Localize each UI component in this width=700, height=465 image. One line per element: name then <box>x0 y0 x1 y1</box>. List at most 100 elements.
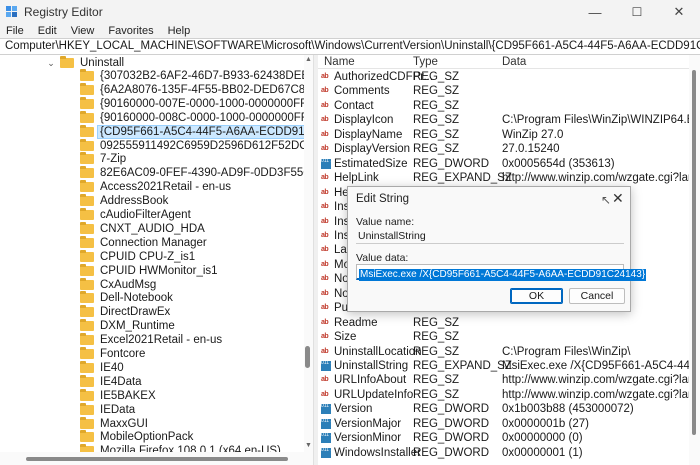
tree-item[interactable]: CNXT_AUDIO_HDA <box>80 221 207 236</box>
tree-scroll-thumb[interactable] <box>305 346 310 368</box>
folder-icon <box>80 416 94 429</box>
tree-item-label: CNXT_AUDIO_HDA <box>100 222 205 235</box>
values-scroll-thumb[interactable] <box>692 70 696 435</box>
scroll-up-arrow-icon[interactable]: ▲ <box>304 56 313 63</box>
tree-item[interactable]: IE5BAKEX <box>80 388 158 403</box>
value-name-cell: ab UninstallLocation <box>321 345 422 359</box>
tree-item[interactable]: Access2021Retail - en-us <box>80 180 233 194</box>
tree-item[interactable]: DXM_Runtime <box>80 319 177 333</box>
minimize-button[interactable]: — <box>574 0 616 24</box>
tree-item[interactable]: Dell-Notebook <box>80 291 175 305</box>
tree-item-label: CPUID CPU-Z_is1 <box>100 250 196 263</box>
chevron-down-icon[interactable]: ⌄ <box>46 58 56 69</box>
value-data: http://www.winzip.com/wzgate.cgi?lang=EN… <box>502 172 700 185</box>
value-row[interactable]: 011 110VersionMajor REG_DWORD 0x0000001b (… <box>318 417 700 431</box>
tree-item[interactable]: IEData <box>80 402 137 417</box>
registry-editor-app-icon <box>6 6 17 17</box>
string-value-icon: ab <box>321 231 329 239</box>
tree-item[interactable]: cAudioFilterAgent <box>80 208 193 222</box>
string-value-icon: ab <box>321 318 329 326</box>
tree-horizontal-scroll-thumb[interactable] <box>26 457 288 461</box>
value-type: REG_DWORD <box>413 157 490 170</box>
value-row[interactable]: ab DisplayIcon REG_SZ C:\Program Files\WinZ… <box>318 113 700 127</box>
value-row[interactable]: ab UninstallLocation REG_SZ C:\Program File… <box>318 345 700 359</box>
ok-button[interactable]: OK <box>510 288 563 304</box>
tree-item[interactable]: 092555911492C6959D2596D612F52DCA71881CA2 <box>80 138 313 153</box>
tree-item[interactable]: 7-Zip <box>80 152 128 166</box>
value-row[interactable]: 011 110VersionMinor REG_DWORD 0x00000000 (… <box>318 431 700 445</box>
tree-vertical-scrollbar[interactable] <box>304 55 313 452</box>
value-row[interactable]: ab Contact REG_SZ <box>318 99 700 113</box>
value-row[interactable]: ab DisplayVersion REG_SZ 27.0.15240 <box>318 142 700 156</box>
menu-favorites[interactable]: Favorites <box>108 24 153 38</box>
tree-item-label: Access2021Retail - en-us <box>100 181 232 194</box>
tree-item-label: CPUID HWMonitor_is1 <box>100 264 218 277</box>
dialog-close-button[interactable]: ✕ <box>612 190 624 207</box>
value-row[interactable]: ab DisplayName REG_SZ WinZip 27.0 <box>318 128 700 142</box>
value-name-cell: ab No <box>321 272 349 286</box>
value-name-cell: ab DisplayName <box>321 128 402 142</box>
tree-item[interactable]: IE40 <box>80 360 126 375</box>
value-data-text: MsiExec.exe /X{CD95F661-A5C4-44F5-A6AA-E… <box>359 269 647 281</box>
column-type-header[interactable]: Type <box>413 55 438 69</box>
tree-item[interactable]: Fontcore <box>80 347 147 361</box>
value-row[interactable]: ab URLInfoAbout REG_SZ http://www.winzip.co… <box>318 373 700 387</box>
tree-item-label: IEData <box>100 403 136 416</box>
scroll-down-arrow-icon[interactable]: ▼ <box>304 442 313 449</box>
menu-edit[interactable]: Edit <box>38 24 57 38</box>
tree-item[interactable]: {CD95F661-A5C4-44F5-A6AA-ECDD91C24143} <box>80 124 313 139</box>
value-row[interactable]: ab HelpLink REG_EXPAND_SZ http://www.winzip… <box>318 171 700 185</box>
value-name-cell: ab Contact <box>321 99 374 113</box>
maximize-button[interactable]: ☐ <box>616 0 658 24</box>
address-bar[interactable]: Computer\HKEY_LOCAL_MACHINE\SOFTWARE\Mic… <box>0 38 700 55</box>
value-data: 0x00000000 (0) <box>502 432 583 445</box>
tree-item-label: {90160000-008C-0000-1000-0000000FF1CE} <box>100 111 313 124</box>
value-row[interactable]: 011 110Version REG_DWORD 0x1b003b88 (45300… <box>318 402 700 416</box>
value-name: WindowsInstaller <box>334 446 421 459</box>
tree-item[interactable]: {90160000-007E-0000-1000-0000000FF1CE} <box>80 96 313 111</box>
cancel-button[interactable]: Cancel <box>569 288 625 304</box>
column-name-header[interactable]: Name <box>324 55 355 69</box>
value-row[interactable]: ab URLUpdateInfo REG_SZ http://www.winzip.c… <box>318 388 700 402</box>
tree-item[interactable]: {6A2A8076-135F-4F55-BB02-DED67C8C6934} <box>80 82 313 97</box>
tree-item[interactable]: DirectDrawEx <box>80 305 172 319</box>
value-row[interactable]: 011 110UninstallString REG_EXPAND_SZMsiEx… <box>318 359 700 373</box>
value-row[interactable]: ab AuthorizedCDFPr... REG_SZ <box>318 70 700 84</box>
menu-view[interactable]: View <box>71 24 95 38</box>
folder-icon <box>80 263 94 276</box>
folder-icon <box>60 56 74 68</box>
tree-item[interactable]: CxAudMsg <box>80 277 158 292</box>
value-name-cell: 011 110VersionMajor <box>321 417 401 431</box>
menu-help[interactable]: Help <box>168 24 191 38</box>
value-row[interactable]: 011 110EstimatedSize REG_DWORD 0x0005654d … <box>318 157 700 171</box>
tree-item[interactable]: Mozilla Firefox 108.0.1 (x64 en-US) <box>80 444 283 452</box>
value-row[interactable]: 011 110WindowsInstallerREG_DWORD 0x000000… <box>318 446 700 460</box>
tree-item[interactable]: MobileOptionPack <box>80 430 195 444</box>
folder-icon <box>80 360 94 373</box>
tree-item[interactable]: {307032B2-6AF2-46D7-B933-62438DEB2B9A} <box>80 69 313 83</box>
value-type: REG_DWORD <box>413 432 490 445</box>
tree-item[interactable]: CPUID CPU-Z_is1 <box>80 249 197 264</box>
value-row[interactable]: ab Size REG_SZ <box>318 330 700 344</box>
menu-file[interactable]: File <box>6 24 24 38</box>
tree-item[interactable]: MaxxGUI <box>80 416 150 431</box>
registry-tree[interactable]: ⌄ Uninstall {307032B2-6AF2-46D7-B933-624… <box>0 55 313 452</box>
column-data-header[interactable]: Data <box>502 55 526 69</box>
close-window-button[interactable]: ✕ <box>658 0 700 24</box>
value-name-cell: 011 110VersionMinor <box>321 431 401 445</box>
tree-item-label: MobileOptionPack <box>100 431 194 444</box>
tree-item[interactable]: 82E6AC09-0FEF-4390-AD9F-0DD3F5561EFC_is1 <box>80 166 313 180</box>
tree-item-label: Dell-Notebook <box>100 292 173 305</box>
value-data-input[interactable]: MsiExec.exe /X{CD95F661-A5C4-44F5-A6AA-E… <box>356 264 647 281</box>
value-row[interactable]: ab Readme REG_SZ <box>318 316 700 330</box>
tree-item[interactable]: Excel2021Retail - en-us <box>80 333 224 347</box>
tree-item[interactable]: CPUID HWMonitor_is1 <box>80 263 220 278</box>
binary-value-icon: 011 110 <box>321 361 331 371</box>
value-row[interactable]: ab Comments REG_SZ <box>318 84 700 98</box>
tree-item[interactable]: {90160000-008C-0000-1000-0000000FF1CE} <box>80 110 313 125</box>
tree-item-uninstall[interactable]: ⌄ Uninstall <box>46 56 126 70</box>
binary-value-icon: 011 110 <box>321 418 331 429</box>
tree-item[interactable]: Connection Manager <box>80 235 209 250</box>
tree-item[interactable]: IE4Data <box>80 374 144 389</box>
tree-item[interactable]: AddressBook <box>80 194 170 208</box>
